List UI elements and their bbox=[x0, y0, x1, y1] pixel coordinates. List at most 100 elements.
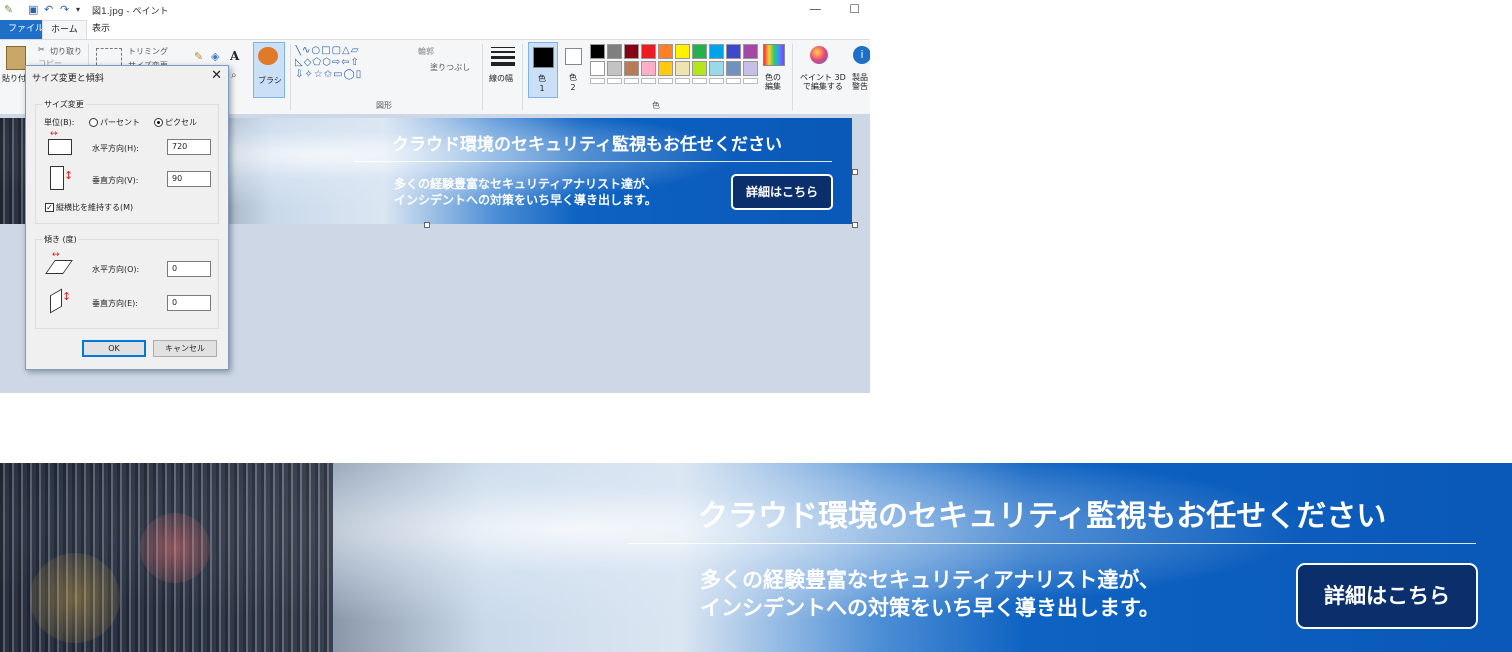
crop-button[interactable]: トリミング bbox=[128, 46, 168, 57]
paint3d-icon[interactable] bbox=[810, 46, 828, 64]
fill-button[interactable]: 塗りつぶし bbox=[430, 62, 470, 73]
redo-icon[interactable]: ↷ bbox=[60, 3, 69, 16]
color2-button[interactable]: 色 2 bbox=[562, 42, 584, 96]
palette-swatch[interactable] bbox=[743, 44, 758, 59]
shapes-gallery[interactable]: ╲∿○□▢△▱ ◺◇⬠⬡⇨⇦⇧ ⇩✧☆✩▭◯▯ bbox=[295, 45, 403, 85]
skew-horizontal-arrow-icon: ↔ bbox=[52, 250, 60, 260]
edit-colors-icon[interactable] bbox=[763, 44, 785, 66]
brushes-label: ブラシ bbox=[258, 76, 282, 85]
scissors-icon[interactable]: ✂ bbox=[38, 45, 45, 54]
canvas-banner-line1: 多くの経験豊富なセキュリティアナリスト達が、 bbox=[394, 177, 657, 191]
minimize-button[interactable]: — bbox=[809, 2, 821, 16]
unit-pixel-label[interactable]: ピクセル bbox=[165, 117, 197, 128]
separator bbox=[290, 44, 291, 110]
custom-color-slot[interactable] bbox=[709, 78, 724, 84]
tab-view[interactable]: 表示 bbox=[84, 20, 118, 39]
custom-color-slot[interactable] bbox=[675, 78, 690, 84]
text-icon[interactable]: A bbox=[230, 49, 239, 63]
cut-button[interactable]: 切り取り bbox=[50, 46, 82, 57]
magnifier-icon[interactable]: ⌕ bbox=[231, 70, 237, 81]
paste-icon[interactable] bbox=[6, 46, 26, 70]
palette-swatch[interactable] bbox=[607, 44, 622, 59]
horizontal-input[interactable]: 720 bbox=[167, 139, 211, 155]
unit-percent-label[interactable]: パーセント bbox=[100, 117, 140, 128]
paint-app-icon: ✎ bbox=[4, 3, 14, 16]
palette-swatch[interactable] bbox=[726, 61, 741, 76]
keep-ratio-checkbox[interactable]: ✓ bbox=[45, 203, 54, 212]
palette-swatch[interactable] bbox=[624, 61, 639, 76]
custom-color-slot[interactable] bbox=[726, 78, 741, 84]
custom-color-slot[interactable] bbox=[590, 78, 605, 84]
palette-swatch[interactable] bbox=[658, 61, 673, 76]
color1-button[interactable]: 色 1 bbox=[528, 42, 558, 98]
skew-horizontal-input[interactable]: 0 bbox=[167, 261, 211, 277]
palette-swatch[interactable] bbox=[624, 44, 639, 59]
outline-button[interactable]: 輪郭 bbox=[418, 46, 434, 57]
product-alert-button[interactable]: 製品 警告 bbox=[852, 73, 868, 91]
lens-flare-graphic bbox=[30, 553, 120, 643]
banner-large: クラウド環境のセキュリティ監視もお任せください 多くの経験豊富なセキュリティアナ… bbox=[0, 463, 1512, 652]
palette-swatch[interactable] bbox=[590, 61, 605, 76]
fill-icon[interactable]: ◈ bbox=[211, 50, 219, 63]
customize-quick-access-icon[interactable]: ▾ bbox=[76, 5, 80, 14]
canvas-banner-line2: インシデントへの対策をいち早く導き出します。 bbox=[394, 193, 657, 207]
palette-swatch[interactable] bbox=[692, 61, 707, 76]
palette-swatch[interactable] bbox=[709, 61, 724, 76]
skew-vertical-input[interactable]: 0 bbox=[167, 295, 211, 311]
banner-title: クラウド環境のセキュリティ監視もお任せください bbox=[698, 499, 1387, 534]
palette-swatch[interactable] bbox=[675, 61, 690, 76]
palette-swatch[interactable] bbox=[743, 61, 758, 76]
resize-handle[interactable] bbox=[852, 222, 858, 228]
brushes-button[interactable]: ブラシ bbox=[253, 42, 285, 98]
resize-handle[interactable] bbox=[852, 169, 858, 175]
custom-color-slot[interactable] bbox=[743, 78, 758, 84]
custom-color-slot[interactable] bbox=[658, 78, 673, 84]
palette-swatch[interactable] bbox=[726, 44, 741, 59]
resize-skew-dialog: サイズ変更と傾斜 ✕ サイズ変更 単位(B): パーセント ピクセル ↔ 水平方… bbox=[25, 65, 229, 370]
palette-swatch[interactable] bbox=[590, 44, 605, 59]
resize-group: サイズ変更 単位(B): パーセント ピクセル ↔ 水平方向(H): 720 ↕… bbox=[35, 99, 219, 224]
undo-icon[interactable]: ↶ bbox=[44, 3, 53, 16]
skew-horizontal-label: 水平方向(O): bbox=[92, 265, 140, 274]
ok-button[interactable]: OK bbox=[82, 340, 146, 357]
unit-pixel-radio[interactable] bbox=[154, 118, 163, 127]
tab-home[interactable]: ホーム bbox=[42, 20, 87, 39]
palette-swatch[interactable] bbox=[641, 44, 656, 59]
skew-vertical-label: 垂直方向(E): bbox=[92, 299, 138, 308]
shapes-group-label: 図形 bbox=[376, 101, 392, 110]
keep-ratio-label[interactable]: 縦横比を維持する(M) bbox=[56, 202, 133, 213]
skew-horizontal-icon bbox=[45, 260, 73, 274]
vertical-input[interactable]: 90 bbox=[167, 171, 211, 187]
palette-swatch[interactable] bbox=[658, 44, 673, 59]
palette-swatch[interactable] bbox=[675, 44, 690, 59]
unit-percent-radio[interactable] bbox=[89, 118, 98, 127]
horizontal-resize-icon bbox=[48, 139, 72, 155]
palette-swatch[interactable] bbox=[641, 61, 656, 76]
resize-handle[interactable] bbox=[424, 222, 430, 228]
cancel-button[interactable]: キャンセル bbox=[153, 340, 217, 357]
banner-line2: インシデントへの対策をいち早く導き出します。 bbox=[700, 596, 1160, 620]
vertical-label: 垂直方向(V): bbox=[92, 176, 139, 185]
banner-line1: 多くの経験豊富なセキュリティアナリスト達が、 bbox=[700, 568, 1160, 592]
skew-group-label: 傾き (度) bbox=[42, 234, 79, 245]
palette-swatch[interactable] bbox=[709, 44, 724, 59]
color2-swatch bbox=[565, 48, 582, 65]
line-width-button[interactable]: 線の幅 bbox=[489, 73, 513, 84]
palette-swatch[interactable] bbox=[607, 61, 622, 76]
edit-colors-button[interactable]: 色の 編集 bbox=[765, 73, 781, 91]
custom-color-slot[interactable] bbox=[692, 78, 707, 84]
edit-with-paint3d-button[interactable]: ペイント 3D で編集する bbox=[800, 73, 846, 91]
custom-color-slot[interactable] bbox=[624, 78, 639, 84]
vertical-resize-icon bbox=[50, 166, 64, 190]
details-button[interactable]: 詳細はこちら bbox=[1296, 563, 1478, 629]
maximize-button[interactable]: ☐ bbox=[849, 2, 860, 16]
close-icon[interactable]: ✕ bbox=[211, 68, 222, 83]
line-width-icon[interactable] bbox=[491, 47, 515, 66]
palette-swatch[interactable] bbox=[692, 44, 707, 59]
pencil-icon[interactable]: ✎ bbox=[194, 50, 203, 63]
info-icon[interactable]: i bbox=[853, 46, 870, 64]
save-icon[interactable]: ▣ bbox=[28, 3, 38, 16]
resize-group-label: サイズ変更 bbox=[42, 99, 86, 110]
custom-color-slot[interactable] bbox=[641, 78, 656, 84]
custom-color-slot[interactable] bbox=[607, 78, 622, 84]
